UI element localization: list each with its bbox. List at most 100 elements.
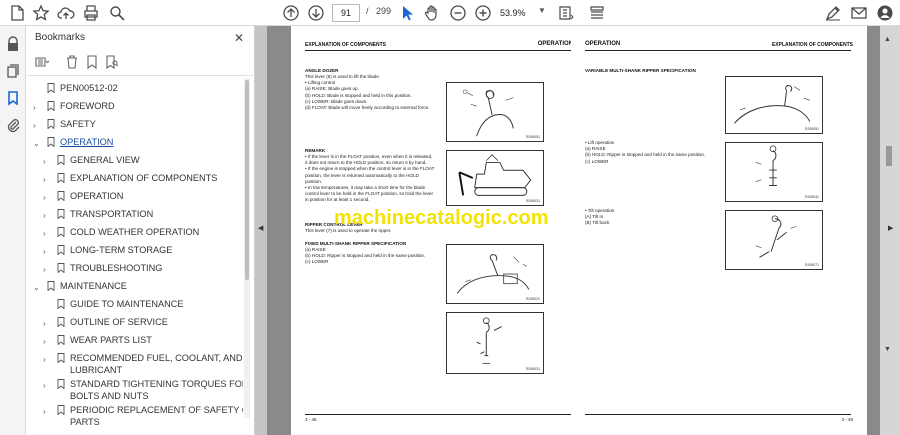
- hand-tool-icon[interactable]: [423, 4, 441, 22]
- page-header-left: EXPLANATION OF COMPONENTS: [305, 42, 387, 48]
- ripper-lever-illustration: RJ08051: [725, 76, 823, 134]
- select-cursor-icon[interactable]: [398, 4, 416, 22]
- search-icon[interactable]: [108, 4, 126, 22]
- attachment-icon[interactable]: [5, 117, 21, 133]
- bookmark-icon: [57, 191, 65, 201]
- find-bookmark-icon[interactable]: [105, 55, 119, 69]
- lift-positions-illustration: RJ08041: [725, 142, 823, 202]
- mail-icon[interactable]: [850, 4, 868, 22]
- zoom-in-icon[interactable]: [474, 4, 492, 22]
- watermark-text: machinecatalogic.com: [334, 207, 549, 229]
- paragraph: (a) RAISE (b) HOLD: Ripper is stopped an…: [305, 247, 426, 265]
- expand-arrow-icon[interactable]: ›: [43, 264, 53, 275]
- next-page-icon[interactable]: [307, 4, 325, 22]
- document-view[interactable]: ◀ EXPLANATION OF COMPONENTS OPERATION AN…: [255, 26, 900, 435]
- expand-arrow-icon[interactable]: ›: [43, 228, 53, 239]
- zoom-out-icon[interactable]: [449, 4, 467, 22]
- page-header-right: OPERATION: [537, 41, 573, 47]
- scrollbar-thumb[interactable]: [245, 80, 249, 280]
- expand-arrow-icon[interactable]: ›: [43, 246, 53, 257]
- scrollbar-thumb[interactable]: [886, 146, 892, 166]
- collapse-arrow-icon[interactable]: ⌄: [33, 282, 43, 293]
- expand-arrow-icon[interactable]: ›: [43, 336, 53, 347]
- expand-arrow-icon[interactable]: ›: [33, 102, 43, 113]
- page-fit-icon[interactable]: [556, 4, 574, 22]
- bookmark-icon: [47, 119, 55, 129]
- page-header-right: EXPLANATION OF COMPONENTS: [771, 42, 853, 48]
- chevron-right-icon[interactable]: ▶: [888, 224, 893, 232]
- paragraph: • If the lever is in the FLOAT position,…: [305, 154, 435, 203]
- bookmark-icon: [57, 155, 65, 165]
- expand-arrow-icon[interactable]: ›: [43, 318, 53, 329]
- scroll-mode-icon[interactable]: [588, 4, 606, 22]
- expand-arrow-icon[interactable]: ›: [43, 192, 53, 203]
- scroll-down-icon[interactable]: ▼: [884, 346, 891, 353]
- cloud-upload-icon[interactable]: [57, 4, 75, 22]
- new-bookmark-icon[interactable]: [85, 55, 99, 69]
- lock-icon[interactable]: [5, 36, 21, 52]
- bookmark-icon: [57, 317, 65, 327]
- pdf-page-left: EXPLANATION OF COMPONENTS OPERATION ANGL…: [291, 26, 587, 435]
- expand-arrow-icon[interactable]: ›: [43, 354, 53, 365]
- account-icon[interactable]: [876, 4, 894, 22]
- top-toolbar: 91 / 299 53.9% ▼: [0, 0, 900, 26]
- bookmarks-panel: Bookmarks ✕ PEN00512-02 › FOREWORD › SAFET…: [27, 26, 255, 435]
- page-total: 299: [376, 6, 392, 16]
- pages-thumbnails-icon[interactable]: [5, 63, 21, 79]
- bookmark-icon: [57, 353, 65, 363]
- bookmark-icon: [47, 83, 55, 93]
- expand-arrow-icon[interactable]: ›: [43, 156, 53, 167]
- left-tool-rail: [0, 26, 26, 435]
- bookmark-icon: [57, 299, 65, 309]
- bookmarks-scrollbar[interactable]: [244, 78, 250, 418]
- star-icon[interactable]: [32, 4, 50, 22]
- expand-arrow-icon[interactable]: ›: [43, 174, 53, 185]
- panel-toggle[interactable]: ◀: [255, 26, 267, 435]
- paragraph: • Tilt operation (A) Tilt in (B) Tilt ba…: [585, 208, 615, 226]
- expand-arrow-icon[interactable]: ›: [43, 406, 53, 417]
- chevron-down-icon[interactable]: ▼: [538, 6, 546, 15]
- expand-arrow-icon[interactable]: ›: [33, 120, 43, 131]
- ripper-lever-illustration: RJ08021: [446, 244, 544, 304]
- expand-arrow-icon[interactable]: ›: [43, 380, 53, 391]
- sign-pen-icon[interactable]: [824, 4, 842, 22]
- bookmarks-toolbar: [27, 50, 255, 76]
- previous-page-icon[interactable]: [282, 4, 300, 22]
- bookmark-icon: [47, 281, 55, 291]
- bookmark-icon: [57, 245, 65, 255]
- tilt-positions-illustration: RJ08071: [725, 210, 823, 270]
- bookmark-icon: [57, 379, 65, 389]
- bookmark-icon: [57, 173, 65, 183]
- pdf-page-right: OPERATION EXPLANATION OF COMPONENTS VARI…: [571, 26, 867, 435]
- close-icon[interactable]: ✕: [234, 31, 244, 45]
- scroll-up-icon[interactable]: ▲: [884, 36, 891, 43]
- ripper-positions-illustration: RJ08031: [446, 312, 544, 374]
- expand-arrow-icon[interactable]: ›: [43, 210, 53, 221]
- chevron-left-icon[interactable]: ◀: [258, 224, 263, 232]
- collapse-arrow-icon[interactable]: ⌄: [33, 138, 43, 149]
- page-number-input[interactable]: 91: [332, 4, 360, 22]
- page-header-left: OPERATION: [585, 41, 621, 47]
- paragraph: • Lift operation (a) RAISE (b) HOLD: Rip…: [585, 140, 706, 164]
- lever-illustration: RJ08051: [446, 82, 544, 142]
- bulldozer-illustration: RJ08031: [446, 150, 544, 206]
- print-icon[interactable]: [82, 4, 100, 22]
- bookmark-icon[interactable]: [5, 90, 21, 106]
- document-scrollbar[interactable]: ▲ ▶ ▼: [880, 26, 900, 435]
- section-heading: FIXED MULTI-SHANK RIPPER SPECIFICATION: [305, 241, 407, 246]
- options-menu-icon[interactable]: [35, 55, 49, 69]
- document-icon[interactable]: [8, 4, 26, 22]
- section-heading: ANGLE DOZER: [305, 68, 339, 73]
- bookmarks-title: Bookmarks: [35, 32, 86, 43]
- page-footer: 3 - 49: [841, 417, 853, 422]
- zoom-level-select[interactable]: 53.9%: [500, 4, 540, 22]
- bookmark-icon: [57, 335, 65, 345]
- footer-rule: [585, 414, 851, 415]
- page-footer: 3 - 46: [305, 417, 317, 422]
- bookmark-icon: [57, 209, 65, 219]
- section-heading: REMARK: [305, 148, 326, 153]
- delete-icon[interactable]: [65, 55, 79, 69]
- section-heading: VARIABLE MULTI-SHANK RIPPER SPECIFICATIO…: [585, 68, 696, 73]
- bookmarks-list: PEN00512-02 › FOREWORD › SAFETY ⌄ OPERATION…: [33, 83, 243, 427]
- header-rule: [585, 50, 851, 51]
